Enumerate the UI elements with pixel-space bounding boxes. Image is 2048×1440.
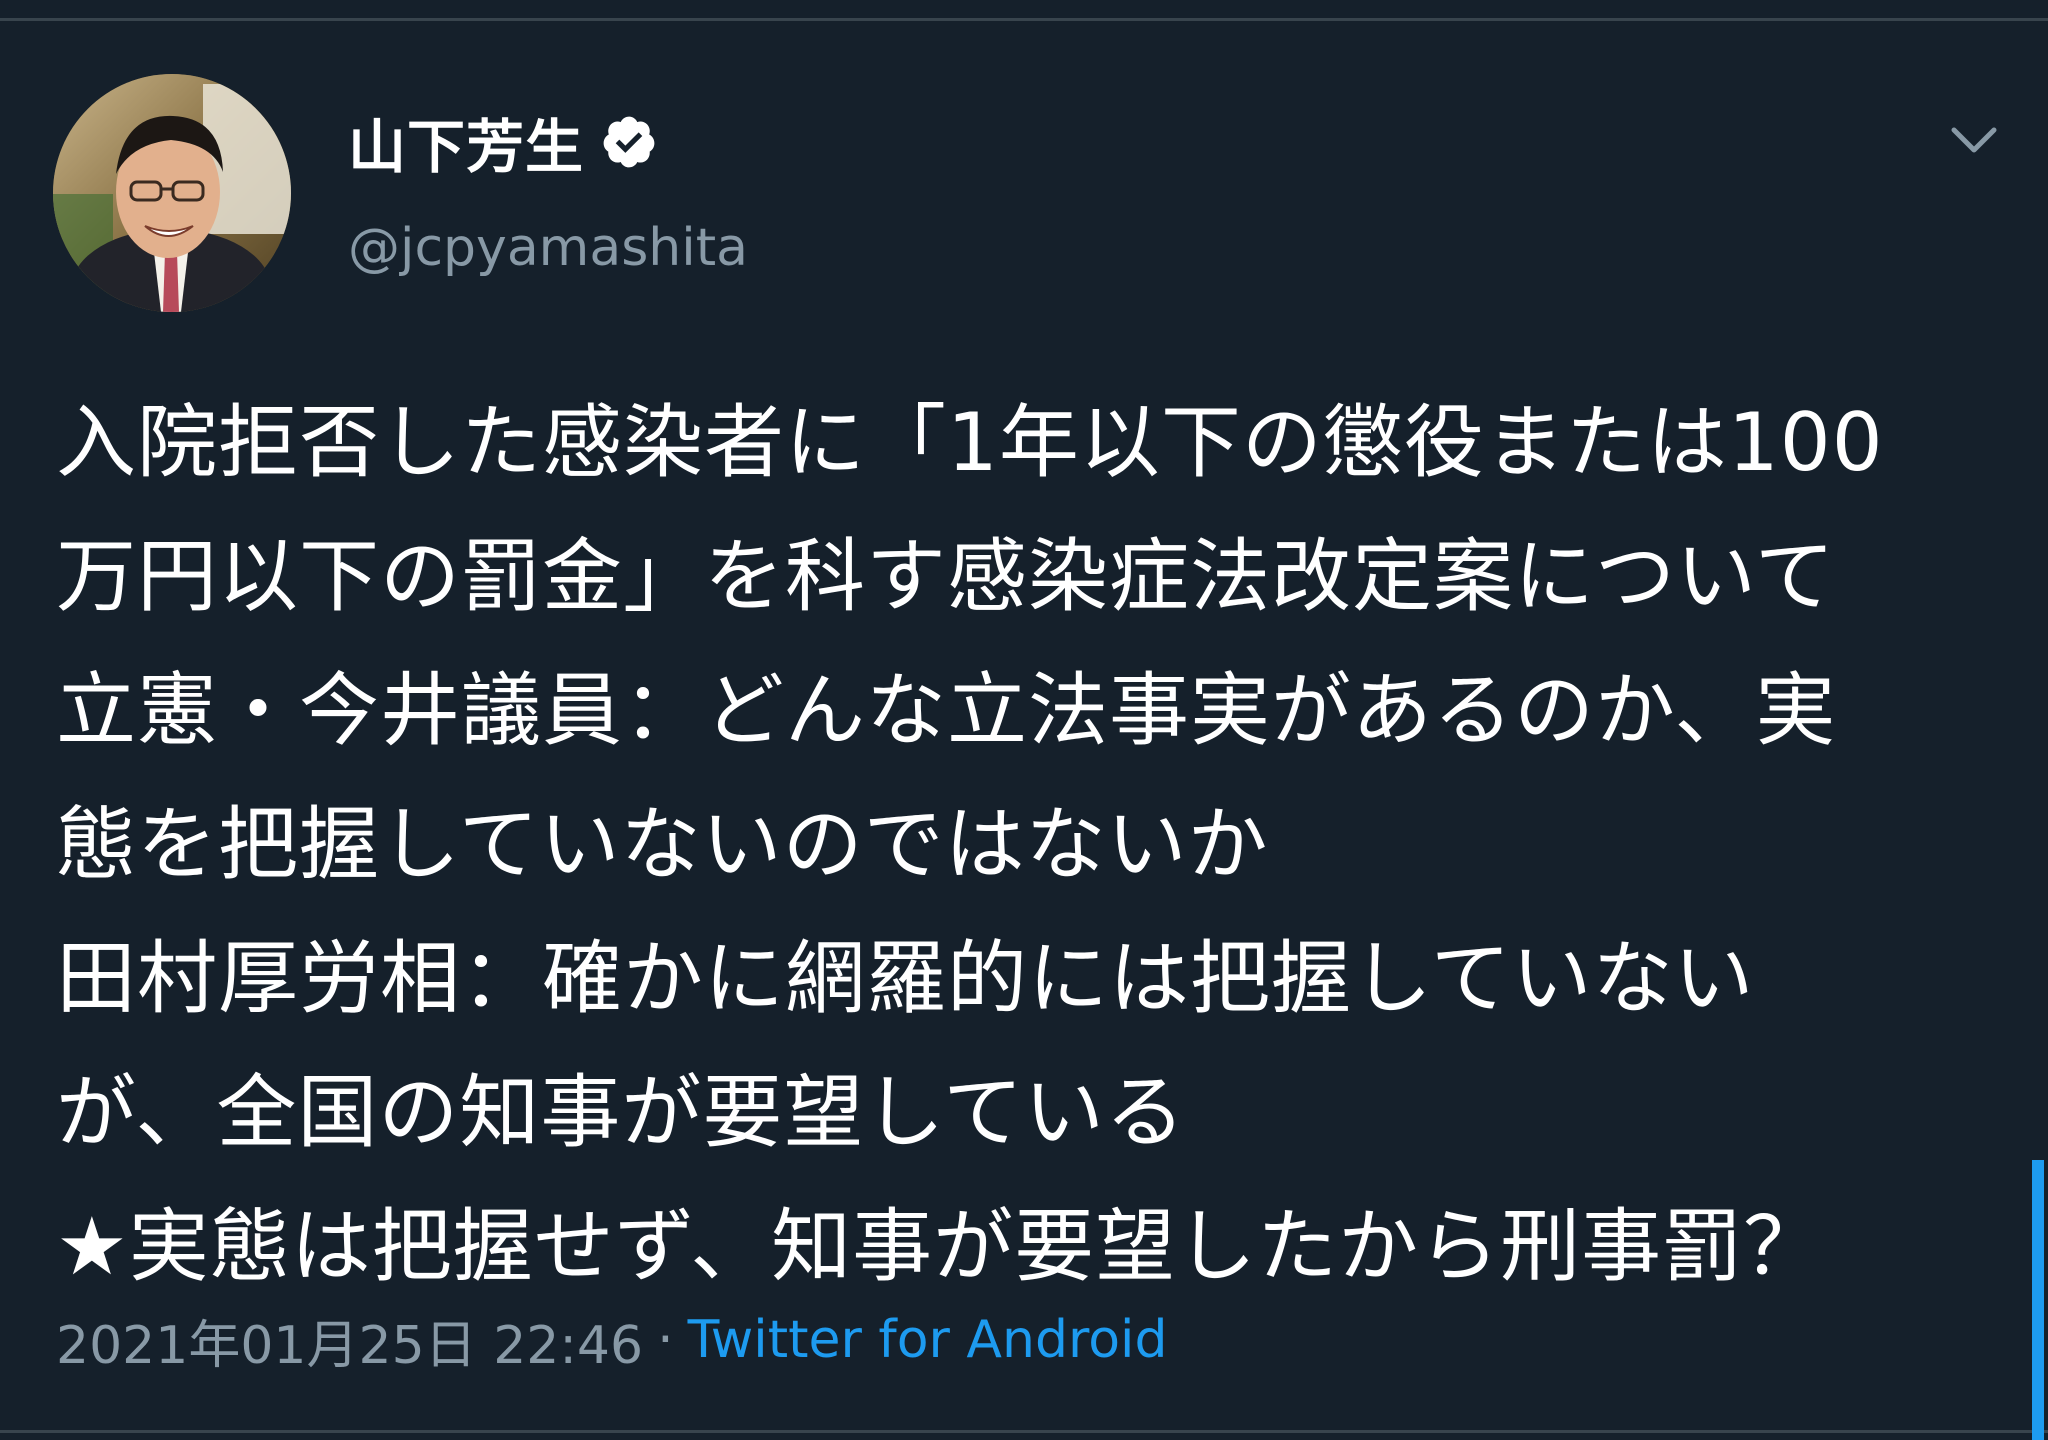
top-divider <box>0 18 2048 21</box>
tweet-text-line: が、全国の知事が要望している <box>56 1066 1186 1159</box>
author-display-name[interactable]: 山下芳生 <box>348 100 584 184</box>
tweet-text-line: 田村厚労相：確かに網羅的には把握していない <box>56 932 1755 1025</box>
tweet-text-line: ★実態は把握せず、知事が要望したから刑事罰？ <box>56 1200 1825 1293</box>
author-handle[interactable]: @jcpyamashita <box>348 218 748 278</box>
verified-badge-icon <box>600 113 658 171</box>
scrollbar-thumb[interactable] <box>2032 1160 2044 1440</box>
tweet-source-link[interactable]: Twitter for Android <box>688 1310 1168 1370</box>
tweet-meta: 2021年01月25日 22:46 · Twitter for Android <box>56 1300 1167 1380</box>
tweet-text-line: 態を把握していないのではないか <box>56 798 1269 891</box>
tweet-text-line: 万円以下の罰金」を科す感染症法改定案について <box>56 530 1836 623</box>
chevron-down-icon <box>1951 127 1997 153</box>
tweet-text-line: 入院拒否した感染者に「1年以下の懲役または100 <box>56 396 1884 489</box>
author-avatar[interactable] <box>53 74 291 312</box>
tweet-text-line: 立憲・今井議員：どんな立法事実があるのか、実 <box>56 664 1837 757</box>
tweet-timestamp[interactable]: 2021年01月25日 22:46 <box>56 1303 643 1378</box>
more-options-button[interactable] <box>1940 110 2008 170</box>
avatar-photo-icon <box>53 74 291 312</box>
author-name-row[interactable]: 山下芳生 <box>348 100 658 184</box>
bottom-divider <box>0 1430 2048 1433</box>
tweet-text: 入院拒否した感染者に「1年以下の懲役または100 万円以下の罰金」を科す感染症法… <box>56 376 2006 1314</box>
meta-separator: · <box>657 1310 674 1370</box>
